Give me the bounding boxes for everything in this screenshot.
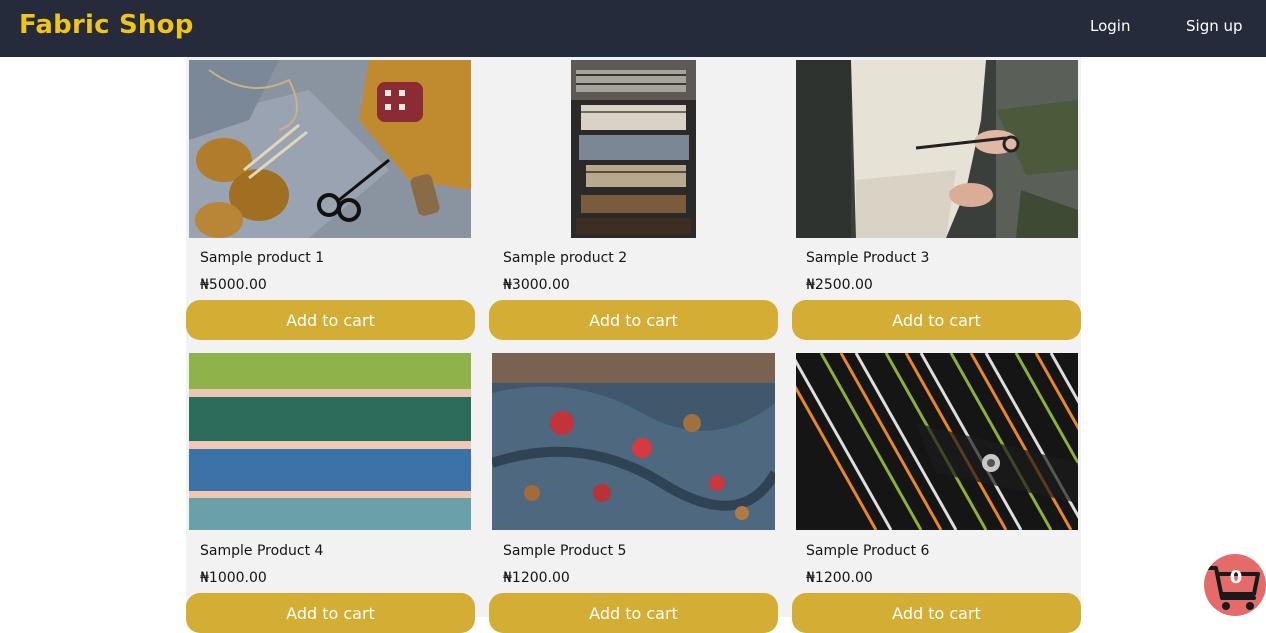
product-price: ₦2500.00 xyxy=(806,277,873,293)
product-image[interactable] xyxy=(189,353,471,530)
product-image[interactable] xyxy=(796,60,1078,238)
product-name: Sample product 1 xyxy=(200,250,325,266)
add-to-cart-button[interactable]: Add to cart xyxy=(792,300,1081,340)
product-price: ₦5000.00 xyxy=(200,277,267,293)
product-price: ₦1200.00 xyxy=(503,570,570,586)
product-image[interactable] xyxy=(492,353,775,530)
cart-count-badge: 0 xyxy=(1229,567,1243,588)
product-image[interactable] xyxy=(796,353,1078,530)
brand-logo[interactable]: Fabric Shop xyxy=(19,10,194,40)
cart-button[interactable]: 0 xyxy=(1204,554,1266,616)
product-price: ₦1000.00 xyxy=(200,570,267,586)
product-name: Sample Product 5 xyxy=(503,543,627,559)
product-name: Sample Product 3 xyxy=(806,250,930,266)
navbar: Fabric Shop Login Sign up xyxy=(0,0,1266,57)
add-to-cart-button[interactable]: Add to cart xyxy=(186,593,475,633)
product-image[interactable] xyxy=(571,60,696,238)
product-name: Sample Product 6 xyxy=(806,543,930,559)
add-to-cart-button[interactable]: Add to cart xyxy=(489,593,778,633)
product-image[interactable] xyxy=(189,60,471,238)
add-to-cart-button[interactable]: Add to cart xyxy=(186,300,475,340)
login-link[interactable]: Login xyxy=(1090,17,1130,35)
product-name: Sample product 2 xyxy=(503,250,628,266)
product-price: ₦1200.00 xyxy=(806,570,873,586)
product-name: Sample Product 4 xyxy=(200,543,324,559)
signup-link[interactable]: Sign up xyxy=(1186,17,1243,35)
product-price: ₦3000.00 xyxy=(503,277,570,293)
add-to-cart-button[interactable]: Add to cart xyxy=(792,593,1081,633)
add-to-cart-button[interactable]: Add to cart xyxy=(489,300,778,340)
